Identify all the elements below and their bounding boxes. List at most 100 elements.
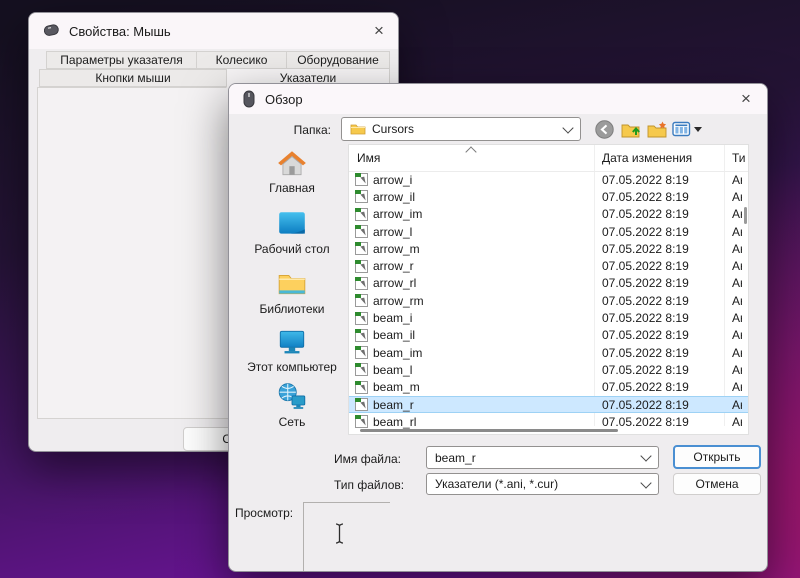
ani-file-icon: [355, 312, 368, 325]
file-type: Ан: [732, 207, 742, 221]
views-icon: [672, 121, 691, 137]
file-name-combobox[interactable]: beam_r: [426, 446, 659, 469]
window-title: Свойства: Мышь: [69, 24, 171, 39]
sort-ascending-icon[interactable]: [465, 146, 476, 157]
file-name: beam_im: [373, 346, 422, 360]
sidebar-item-label: Этот компьютер: [247, 360, 337, 374]
table-row-selected[interactable]: beam_r07.05.2022 8:19Ан: [349, 396, 748, 413]
titlebar[interactable]: Свойства: Мышь ×: [29, 13, 398, 49]
file-type: Ан: [732, 276, 742, 290]
file-date: 07.05.2022 8:19: [602, 190, 689, 204]
sidebar-item-network[interactable]: Сеть: [237, 382, 347, 429]
up-one-level-button[interactable]: [620, 119, 642, 139]
ani-file-icon: [355, 398, 368, 411]
tab-pointer-options[interactable]: Параметры указателя: [46, 51, 197, 69]
window-title: Обзор: [265, 92, 303, 107]
vertical-scrollbar-thumb[interactable]: [744, 207, 747, 224]
file-date: 07.05.2022 8:19: [602, 225, 689, 239]
table-row[interactable]: beam_im07.05.2022 8:19Ан: [349, 344, 748, 361]
ani-file-icon: [355, 329, 368, 342]
file-type: Ан: [732, 398, 742, 412]
file-name: arrow_i: [373, 173, 412, 187]
file-type-combobox[interactable]: Указатели (*.ani, *.cur): [426, 473, 659, 495]
table-row[interactable]: arrow_rl 07.05.2022 8:19 Ан: [349, 275, 748, 292]
table-row[interactable]: arrow_m07.05.2022 8:19Ан: [349, 240, 748, 257]
file-name-label: Имя файла:: [334, 452, 401, 466]
file-name: arrow_im: [373, 207, 422, 221]
open-label: Открыть: [693, 450, 740, 464]
tab-wheel[interactable]: Колесико: [196, 51, 287, 69]
desktop-icon: [276, 209, 308, 239]
column-header-type[interactable]: Тип: [732, 151, 746, 165]
sidebar-item-this-pc[interactable]: Этот компьютер: [237, 327, 347, 374]
table-row[interactable]: arrow_l07.05.2022 8:19Ан: [349, 223, 748, 240]
file-type: Ан: [732, 328, 742, 342]
ani-file-icon: [355, 346, 368, 359]
preview-area: [303, 502, 390, 572]
ani-file-icon: [355, 190, 368, 203]
file-date: 07.05.2022 8:19: [602, 294, 689, 308]
file-name: arrow_r: [373, 259, 414, 273]
table-row[interactable]: beam_l07.05.2022 8:19Ан: [349, 361, 748, 378]
file-name: beam_l: [373, 363, 412, 377]
ani-file-icon: [355, 260, 368, 273]
views-menu-button[interactable]: [672, 119, 702, 139]
table-row[interactable]: arrow_r07.05.2022 8:19Ан: [349, 257, 748, 274]
file-type: Ан: [732, 294, 742, 308]
open-button[interactable]: Открыть: [673, 445, 761, 469]
file-name: arrow_rl: [373, 276, 416, 290]
ani-file-icon: [355, 173, 368, 186]
table-row[interactable]: arrow_rm 07.05.2022 8:19 Ан: [349, 292, 748, 309]
file-date: 07.05.2022 8:19: [602, 173, 689, 187]
cancel-label: Отмена: [695, 477, 738, 491]
horizontal-scrollbar-thumb[interactable]: [360, 429, 618, 432]
file-date: 07.05.2022 8:19: [602, 207, 689, 221]
file-name-value: beam_r: [435, 451, 476, 465]
file-date: 07.05.2022 8:19: [602, 415, 689, 429]
folder-combobox[interactable]: Cursors: [341, 117, 581, 141]
column-header-name[interactable]: Имя: [357, 151, 380, 165]
new-folder-button[interactable]: [646, 119, 668, 139]
folder-label: Папка:: [269, 123, 331, 137]
titlebar[interactable]: Обзор ×: [229, 84, 767, 114]
table-row[interactable]: arrow_im 07.05.2022 8:19 Ан: [349, 206, 748, 223]
cancel-button[interactable]: Отмена: [673, 473, 761, 495]
file-type: Ан: [732, 311, 742, 325]
sidebar-item-label: Главная: [269, 181, 315, 195]
sidebar-item-desktop[interactable]: Рабочий стол: [237, 209, 347, 256]
file-name: beam_il: [373, 328, 415, 342]
tab-hardware[interactable]: Оборудование: [286, 51, 390, 69]
sidebar-item-libraries[interactable]: Библиотеки: [237, 269, 347, 316]
table-row[interactable]: arrow_il07.05.2022 8:19Ан: [349, 188, 748, 205]
back-button[interactable]: [593, 119, 615, 139]
file-type: Ан: [732, 173, 742, 187]
network-icon: [276, 382, 308, 412]
file-date: 07.05.2022 8:19: [602, 276, 689, 290]
file-type: Ан: [732, 242, 742, 256]
ani-file-icon: [355, 294, 368, 307]
close-icon[interactable]: ×: [364, 13, 394, 49]
file-name: arrow_rm: [373, 294, 424, 308]
file-type: Ан: [732, 190, 742, 204]
table-row[interactable]: beam_il07.05.2022 8:19Ан: [349, 327, 748, 344]
file-date: 07.05.2022 8:19: [602, 259, 689, 273]
chevron-down-icon: [640, 450, 651, 461]
close-icon[interactable]: ×: [731, 84, 761, 114]
file-date: 07.05.2022 8:19: [602, 398, 689, 412]
tab-buttons[interactable]: Кнопки мыши: [39, 69, 227, 87]
file-name: beam_i: [373, 311, 412, 325]
table-row[interactable]: arrow_i 07.05.2022 8:19 Ан: [349, 171, 748, 188]
column-header-date[interactable]: Дата изменения: [602, 151, 692, 165]
table-row[interactable]: beam_m07.05.2022 8:19Ан: [349, 379, 748, 396]
table-row[interactable]: beam_rl07.05.2022 8:19Ан: [349, 413, 748, 430]
computer-icon: [276, 327, 308, 357]
chevron-down-icon: [694, 127, 702, 132]
mouse-icon: [43, 24, 60, 38]
file-date: 07.05.2022 8:19: [602, 380, 689, 394]
sidebar-item-label: Библиотеки: [259, 302, 324, 316]
sidebar-item-home[interactable]: Главная: [237, 148, 347, 195]
table-row[interactable]: beam_i07.05.2022 8:19Ан: [349, 309, 748, 326]
chevron-down-icon: [562, 122, 573, 133]
file-date: 07.05.2022 8:19: [602, 242, 689, 256]
file-name: arrow_l: [373, 225, 412, 239]
